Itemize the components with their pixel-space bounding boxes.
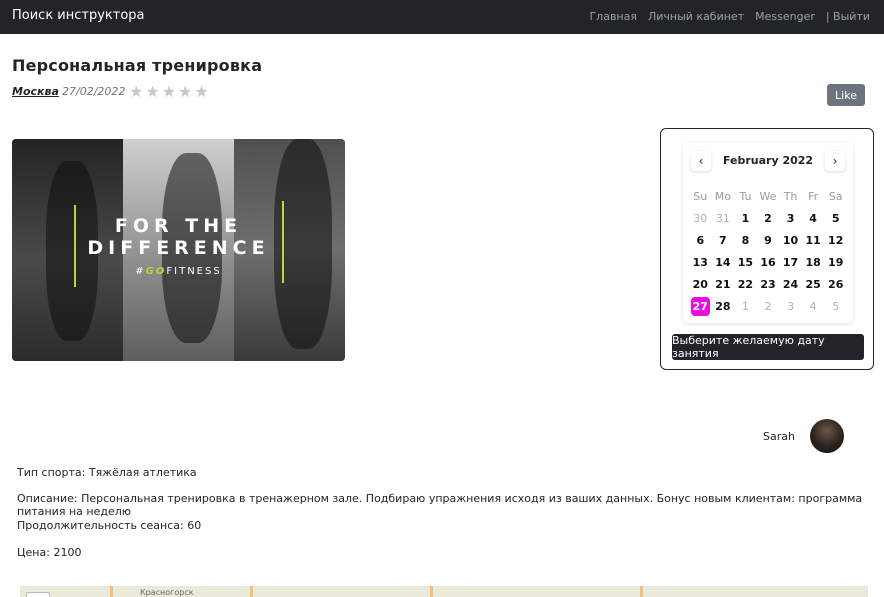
promo-headline-1: FOR THE	[114, 215, 243, 237]
listing-date: 27/02/2022	[62, 85, 126, 98]
calendar-day[interactable]: 1	[734, 295, 757, 317]
star-icon[interactable]: ★	[162, 83, 176, 100]
promo-hashtag: #GOFITNESS	[135, 266, 222, 277]
calendar-day[interactable]: 14	[712, 251, 735, 273]
calendar-day[interactable]: 28	[712, 295, 735, 317]
calendar-day[interactable]: 12	[824, 229, 847, 251]
navbar: Поиск инструктора Главная Личный кабинет…	[0, 0, 884, 34]
map[interactable]: Красногорск	[20, 586, 868, 597]
map-road	[110, 586, 113, 597]
calendar-day[interactable]: 8	[734, 229, 757, 251]
calendar-day[interactable]: 23	[757, 273, 780, 295]
calendar-day[interactable]: 15	[734, 251, 757, 273]
calendar: ‹ February 2022 › Su Mo Tu We Th Fr Sa 30 31 1 2 3 4…	[683, 143, 853, 323]
calendar-day[interactable]: 16	[757, 251, 780, 273]
calendar-day[interactable]: 22	[734, 273, 757, 295]
star-icon[interactable]: ★	[129, 83, 143, 100]
like-button[interactable]: Like	[827, 84, 865, 106]
calendar-day[interactable]: 1	[734, 207, 757, 229]
weekday-label: We	[759, 189, 777, 203]
avatar[interactable]	[810, 419, 844, 453]
rating-stars[interactable]: ★ ★ ★ ★ ★	[129, 83, 209, 100]
calendar-day[interactable]: 9	[757, 229, 780, 251]
calendar-day[interactable]: 4	[802, 295, 825, 317]
description: Описание: Персональная тренировка в трен…	[17, 492, 863, 518]
calendar-day-label: 27	[690, 296, 710, 316]
map-zoom-control[interactable]	[26, 592, 50, 597]
calendar-day[interactable]: 26	[824, 273, 847, 295]
calendar-day[interactable]: 7	[712, 229, 735, 251]
nav-links: Главная Личный кабинет Messenger | Выйти	[589, 10, 870, 23]
nav-link-account[interactable]: Личный кабинет	[648, 10, 744, 23]
weekday-label: Su	[693, 189, 708, 203]
map-road	[250, 586, 253, 597]
calendar-day[interactable]: 18	[802, 251, 825, 273]
choose-date-button[interactable]: Выберите желаемую дату занятия	[672, 334, 864, 360]
brand-link[interactable]: Поиск инструктора	[12, 8, 145, 23]
calendar-day[interactable]: 13	[689, 251, 712, 273]
session-duration: Продолжительность сеанса: 60	[17, 519, 202, 532]
weekday-label: Fr	[808, 189, 819, 203]
weekday-label: Th	[783, 189, 798, 203]
star-icon[interactable]: ★	[145, 83, 159, 100]
calendar-day[interactable]: 5	[824, 207, 847, 229]
map-road	[640, 586, 643, 597]
nav-link-logout[interactable]: | Выйти	[826, 10, 870, 23]
map-road	[430, 586, 433, 597]
calendar-day[interactable]: 21	[712, 273, 735, 295]
date-picker-card: ‹ February 2022 › Su Mo Tu We Th Fr Sa 30 31 1 2 3 4…	[660, 128, 874, 370]
promo-headline-2: DIFFERENCE	[87, 237, 270, 259]
calendar-day[interactable]: 3	[779, 207, 802, 229]
weekday-label: Mo	[714, 189, 731, 203]
calendar-day[interactable]: 25	[802, 273, 825, 295]
calendar-day[interactable]: 11	[802, 229, 825, 251]
next-month-button[interactable]: ›	[825, 151, 845, 171]
promo-image: FOR THE DIFFERENCE #GOFITNESS	[12, 139, 345, 361]
calendar-day[interactable]: 3	[779, 295, 802, 317]
calendar-day[interactable]: 2	[757, 207, 780, 229]
page-title: Персональная тренировка	[12, 56, 263, 75]
calendar-day[interactable]: 2	[757, 295, 780, 317]
city-link[interactable]: Москва	[12, 85, 59, 98]
weekday-label: Tu	[739, 189, 752, 203]
map-label: Красногорск	[140, 588, 194, 597]
instructor-name[interactable]: Sarah	[763, 430, 795, 443]
calendar-day[interactable]: 24	[779, 273, 802, 295]
calendar-day[interactable]: 10	[779, 229, 802, 251]
chevron-right-icon: ›	[832, 154, 838, 168]
star-icon[interactable]: ★	[194, 83, 208, 100]
calendar-day[interactable]: 17	[779, 251, 802, 273]
weekday-label: Sa	[828, 189, 843, 203]
nav-link-home[interactable]: Главная	[589, 10, 637, 23]
calendar-day[interactable]: 20	[689, 273, 712, 295]
calendar-day[interactable]: 5	[824, 295, 847, 317]
calendar-day[interactable]: 31	[712, 207, 735, 229]
calendar-grid: Su Mo Tu We Th Fr Sa 30 31 1 2 3 4 5 6 7 8 9 10 11 12 13 14 15 1…	[689, 185, 847, 317]
star-icon[interactable]: ★	[178, 83, 192, 100]
calendar-day[interactable]: 19	[824, 251, 847, 273]
nav-link-messenger[interactable]: Messenger	[755, 10, 815, 23]
calendar-day[interactable]: 30	[689, 207, 712, 229]
price: Цена: 2100	[17, 546, 82, 559]
sport-type: Тип спорта: Тяжёлая атлетика	[17, 466, 197, 479]
calendar-day[interactable]: 6	[689, 229, 712, 251]
calendar-day-selected[interactable]: 27	[689, 295, 712, 317]
calendar-day[interactable]: 4	[802, 207, 825, 229]
